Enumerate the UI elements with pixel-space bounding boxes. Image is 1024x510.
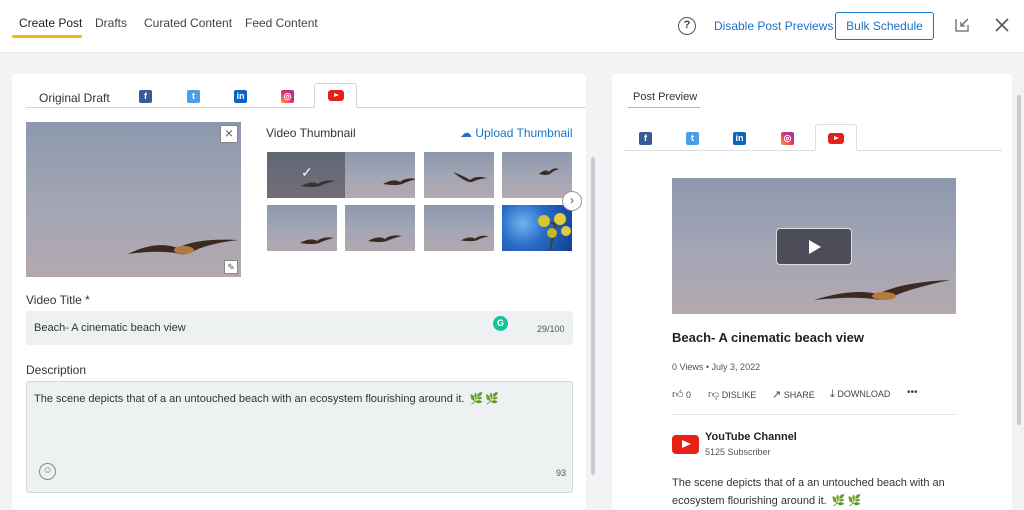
seagull-image [460,235,490,242]
youtube-icon [828,133,844,144]
share-arrow-icon: ↗ [772,389,782,401]
play-button-icon[interactable] [776,228,852,265]
preview-underline [628,107,700,108]
download-label: DOWNLOAD [837,389,891,399]
post-editor-panel: Original Draft f t in ◎ × ✎ Video Thumbn… [12,74,595,510]
video-title-input[interactable]: Beach- A cinematic beach view G 29/100 [26,311,573,345]
subscriber-count: 5125 Subscriber [705,447,771,457]
thumbnail-option[interactable] [267,205,337,251]
post-preview-label: Post Preview [633,91,698,103]
video-thumbnail-label: Video Thumbnail [266,126,356,140]
preview-description-text: The scene depicts that of a an untouched… [672,477,945,507]
yellow-flowers-image [538,213,571,251]
facebook-icon[interactable]: f [639,132,652,145]
download-button[interactable]: ⤓ DOWNLOAD [830,388,890,401]
leaf-emoji-icon: 🌿 [847,495,862,507]
tab-curated-content[interactable]: Curated Content [144,16,232,30]
thumbs-up-icon: 👍︎ [672,389,684,401]
bulk-schedule-button[interactable]: Bulk Schedule [835,12,934,40]
tab-feed-content[interactable]: Feed Content [245,16,318,30]
video-title-value[interactable]: Beach- A cinematic beach view [34,322,186,334]
share-label: SHARE [783,390,815,400]
seagull-image [814,280,950,300]
publish-date: July 3, 2022 [711,362,761,372]
editor-scrollbar[interactable] [591,157,595,475]
minimize-window-icon[interactable] [954,17,970,33]
thumbnail-option[interactable] [502,205,572,251]
preview-tab-youtube[interactable] [815,124,857,151]
description-textarea[interactable]: The scene depicts that of a an untouched… [26,381,573,493]
youtube-channel-logo-icon [672,435,699,454]
view-count: 0 Views [672,362,704,372]
video-player[interactable] [672,178,956,314]
leaf-emoji-icon: 🌿 [485,393,499,405]
linkedin-icon[interactable]: in [733,132,746,145]
thumbnail-option[interactable]: ✓ [267,152,415,198]
tab-original-draft[interactable]: Original Draft [39,91,110,105]
tab-youtube[interactable] [314,83,357,108]
video-meta: 0 Views • July 3, 2022 [672,362,760,372]
preview-scrollbar[interactable] [1017,95,1021,425]
seagull-image [300,237,334,244]
active-tab-underline [12,35,82,38]
facebook-icon[interactable]: f [139,90,152,103]
seagull-image [539,168,559,175]
preview-description: The scene depicts that of a an untouched… [672,474,962,510]
leaf-emoji-icon: 🌿 [469,393,484,405]
emoji-picker-icon[interactable]: ☺ [39,463,56,480]
title-char-count: 29/100 [537,324,565,334]
thumbnail-next-arrow-icon[interactable]: › [562,191,582,211]
question-circle-icon[interactable]: ? [678,17,696,35]
thumbnail-option[interactable] [502,152,572,198]
video-preview-image: × ✎ [26,122,241,277]
tab-create-post[interactable]: Create Post [19,16,82,30]
video-title-label: Video Title * [26,293,90,307]
upload-thumbnail-label: Upload Thumbnail [475,126,573,140]
preview-tabs-bar [624,150,1002,151]
thumbnail-option[interactable] [424,152,494,198]
meta-separator: • [705,362,710,372]
grammarly-icon[interactable]: G [493,316,508,331]
channel-name: YouTube Channel [705,431,797,443]
instagram-icon[interactable]: ◎ [781,132,794,145]
thumbnail-option[interactable] [345,205,415,251]
thumbs-down-icon: 👎︎ [708,389,720,401]
upload-thumbnail-link[interactable]: ☁ Upload Thumbnail [460,126,573,140]
like-button[interactable]: 👍︎ 0 [672,388,691,401]
thumbnail-option[interactable] [424,205,494,251]
twitter-icon[interactable]: t [686,132,699,145]
divider [672,414,956,415]
linkedin-icon[interactable]: in [234,90,247,103]
share-button[interactable]: ↗ SHARE [772,388,815,401]
twitter-icon[interactable]: t [187,90,200,103]
network-tabs-bar [26,107,586,108]
seagull-image [453,172,487,183]
close-icon[interactable] [994,17,1010,33]
top-bar: Create Post Drafts Curated Content Feed … [0,0,1024,53]
check-icon: ✓ [301,164,313,180]
disable-post-previews-link[interactable]: Disable Post Previews [714,19,833,33]
more-options-icon[interactable]: ••• [907,387,918,398]
like-count: 0 [686,390,692,400]
seagull-image [128,239,238,255]
seagull-image [368,235,402,242]
edit-pencil-icon[interactable]: ✎ [224,260,238,274]
tab-drafts[interactable]: Drafts [95,16,127,30]
description-char-count: 93 [556,468,567,478]
youtube-icon [328,90,344,101]
download-icon: ⤓ [830,388,835,400]
leaf-emoji-icon: 🌿 [831,495,846,507]
remove-video-icon[interactable]: × [220,125,238,143]
preview-video-title: Beach- A cinematic beach view [672,330,864,345]
instagram-icon[interactable]: ◎ [281,90,294,103]
seagull-image [383,178,415,185]
dislike-button[interactable]: 👎︎ DISLIKE [708,388,756,401]
post-preview-panel: Post Preview f t in ◎ Beach- A cinematic… [612,74,1012,510]
description-label: Description [26,363,87,377]
dislike-label: DISLIKE [721,390,757,400]
cloud-upload-icon: ☁ [460,126,472,140]
description-value[interactable]: The scene depicts that of a an untouched… [34,393,465,405]
